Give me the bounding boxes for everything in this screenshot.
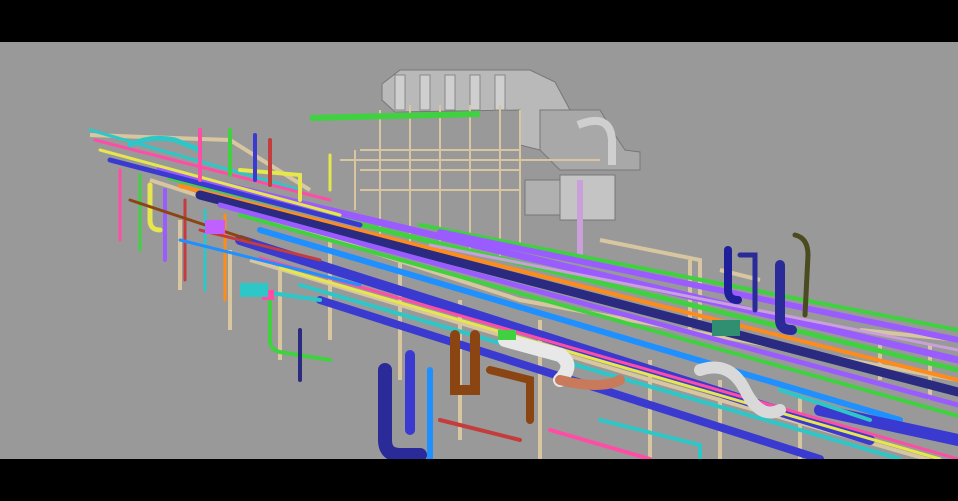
letterbox-bottom [0, 459, 958, 501]
3d-viewport[interactable] [0, 42, 958, 459]
letterbox-top [0, 0, 958, 42]
green-block [498, 330, 516, 340]
plant-model-render [0, 42, 958, 459]
green-pipe-top [309, 111, 481, 121]
cyan-equipment-box [240, 283, 268, 297]
green-equipment-box [712, 320, 740, 336]
purple-equipment-block [205, 220, 225, 234]
